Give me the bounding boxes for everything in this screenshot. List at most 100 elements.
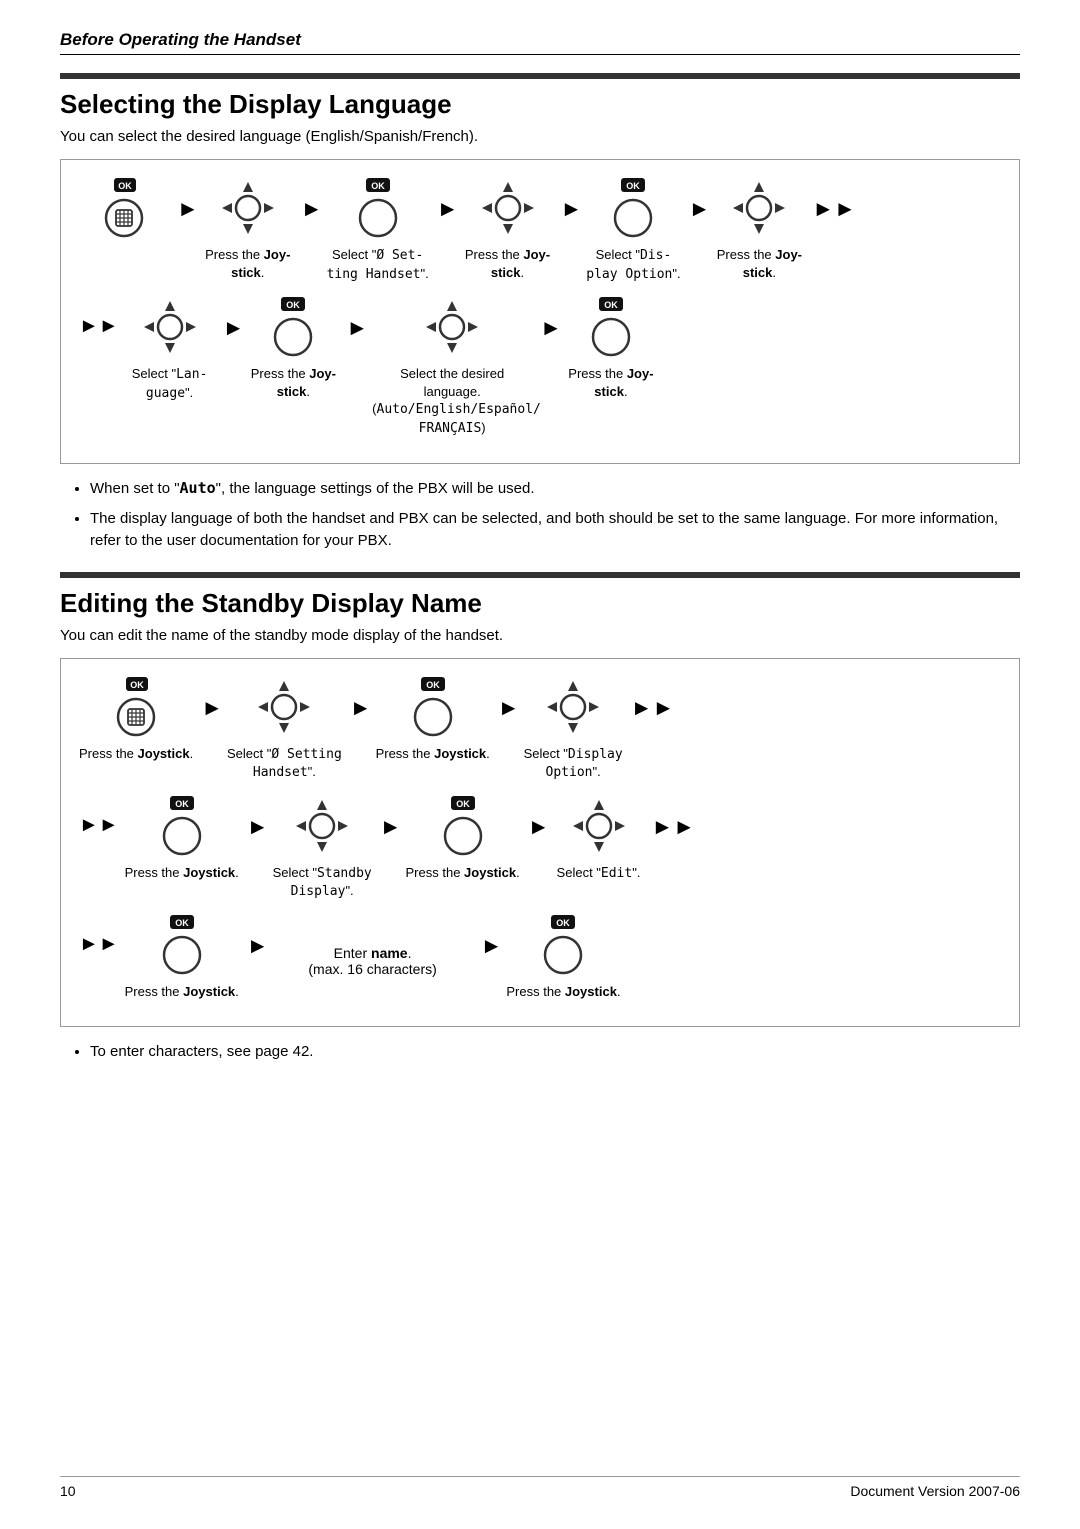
step-cell-joy4: Select "Lan-guage".	[125, 297, 215, 402]
step2-cell-ok1: OK Press the Joystick.	[376, 677, 490, 763]
step2-cell-name: Enter name.(max. 16 characters)	[273, 915, 473, 977]
step2-cell-joy3: Select "StandbyDisplay".	[273, 796, 372, 901]
section1-row1: OK ►	[79, 178, 1001, 283]
ok-icon-4: OK	[581, 297, 641, 357]
bullet-1: When set to "Auto", the language setting…	[90, 478, 1020, 500]
section-divider-2	[60, 572, 1020, 578]
section2-bullets: To enter characters, see page 42.	[60, 1041, 1020, 1063]
arrow-4: ►	[561, 196, 583, 222]
svg-text:OK: OK	[130, 680, 144, 690]
section2-title: Editing the Standby Display Name	[60, 588, 1020, 619]
double-arrow-1: ►►	[812, 196, 856, 222]
svg-text:OK: OK	[175, 918, 189, 928]
document-version: Document Version 2007-06	[850, 1483, 1020, 1499]
section1-instruction-box: OK ►	[60, 159, 1020, 464]
page-footer: 10 Document Version 2007-06	[60, 1476, 1020, 1499]
arrow2-5: ►	[380, 814, 402, 840]
step-cell-joy5: Select the desired language.(Auto/Englis…	[372, 297, 532, 437]
step2-cell-ok3: OK Press the Joystick.	[406, 796, 520, 882]
step2-cell-joy2: Select "DisplayOption".	[524, 677, 623, 782]
svg-text:OK: OK	[627, 181, 641, 191]
step2-label-joy4: Select "Edit".	[557, 864, 641, 883]
arrow2-1: ►	[201, 695, 223, 721]
step2-label-joy2: Select "DisplayOption".	[524, 745, 623, 782]
arrow2-4: ►	[247, 814, 269, 840]
joystick-icon-5	[422, 297, 482, 357]
step2-cell-ok5: OK Press the Joystick.	[506, 915, 620, 1001]
arrow-7: ►	[346, 315, 368, 341]
step2-name-label: Enter name.(max. 16 characters)	[308, 945, 436, 977]
joystick2-icon-4	[569, 796, 629, 856]
step-cell-menu1: OK	[79, 178, 169, 242]
ok-icon-1: OK	[348, 178, 408, 238]
step-label-joy3: Press the Joy-stick.	[717, 246, 802, 281]
step2-label-ok5: Press the Joystick.	[506, 983, 620, 1001]
step-label-lang: Select "Lan-guage".	[132, 365, 208, 402]
step-label-joy1: Press the Joy-stick.	[205, 246, 290, 281]
arrow2-3: ►	[498, 695, 520, 721]
double-arrow-2: ►►	[631, 695, 675, 721]
section2-instruction-box: OK Press the Joystick. ►	[60, 658, 1020, 1028]
bullet-3: To enter characters, see page 42.	[90, 1041, 1020, 1063]
svg-text:OK: OK	[426, 680, 440, 690]
step-cell-ok1: OK Select "Ø Set-ting Handset".	[327, 178, 429, 283]
section2-desc: You can edit the name of the standby mod…	[60, 627, 1020, 644]
arrow-8: ►	[540, 315, 562, 341]
step-cell-ok2: OK Select "Dis-play Option".	[586, 178, 680, 283]
step2-label-ok1: Press the Joystick.	[376, 745, 490, 763]
svg-text:OK: OK	[456, 799, 470, 809]
section2-row1: OK Press the Joystick. ►	[79, 677, 1001, 782]
ok2-icon-5: OK	[533, 915, 593, 975]
arrow2-8: ►	[481, 933, 503, 959]
page-header-title: Before Operating the Handset	[60, 30, 301, 49]
page-number: 10	[60, 1483, 76, 1499]
arrow-6: ►	[223, 315, 245, 341]
joystick2-icon-3	[292, 796, 352, 856]
step-cell-joy1: Press the Joy-stick.	[203, 178, 293, 281]
svg-text:OK: OK	[557, 918, 571, 928]
step-label-joy2: Press the Joy-stick.	[465, 246, 550, 281]
step-label-ok3: Press the Joy-stick.	[251, 365, 336, 400]
joystick-icon-3	[729, 178, 789, 238]
page-header: Before Operating the Handset	[60, 30, 1020, 55]
section1-desc: You can select the desired language (Eng…	[60, 128, 1020, 145]
ok2-icon-1: OK	[403, 677, 463, 737]
step2-label-joy1: Select "Ø SettingHandset".	[227, 745, 342, 782]
joystick-icon-1	[218, 178, 278, 238]
step2-cell-joy4: Select "Edit".	[554, 796, 644, 883]
joystick2-icon-1	[254, 677, 314, 737]
step-cell-ok4: OK Press the Joy-stick.	[566, 297, 656, 400]
arrow2-7: ►	[247, 933, 269, 959]
menu-ok-icon: OK	[94, 178, 154, 238]
arrow2-2: ►	[350, 695, 372, 721]
menu-ok-icon-2: OK	[106, 677, 166, 737]
svg-text:OK: OK	[371, 181, 385, 191]
step-label-ok2: Select "Dis-play Option".	[586, 246, 680, 283]
joystick-icon-4	[140, 297, 200, 357]
bullet-2: The display language of both the handset…	[90, 508, 1020, 552]
arrow2-6: ►	[528, 814, 550, 840]
section2-row2: ► ► OK Press the Joystick. ►	[79, 796, 1001, 901]
step-cell-joy3: Press the Joy-stick.	[714, 178, 804, 281]
ok2-icon-3: OK	[433, 796, 493, 856]
svg-text:OK: OK	[287, 300, 301, 310]
section-divider-1	[60, 73, 1020, 79]
step2-cell-ok2: OK Press the Joystick.	[125, 796, 239, 882]
step2-cell-menu1: OK Press the Joystick.	[79, 677, 193, 763]
cont-arrow-1: ►►	[79, 315, 119, 338]
ok2-icon-4: OK	[152, 915, 212, 975]
arrow-1: ►	[177, 196, 199, 222]
svg-text:OK: OK	[604, 300, 618, 310]
step2-label-ok3: Press the Joystick.	[406, 864, 520, 882]
section2-row3: ►► OK Press the Joystick. ► Enter name.(…	[79, 915, 1001, 1001]
section1-bullets: When set to "Auto", the language setting…	[60, 478, 1020, 551]
section1-title: Selecting the Display Language	[60, 89, 1020, 120]
ok2-icon-2: OK	[152, 796, 212, 856]
ok-icon-3: OK	[263, 297, 323, 357]
step2-label-joy3: Select "StandbyDisplay".	[273, 864, 372, 901]
cont-arrow-3: ►►	[79, 933, 119, 956]
step2-cell-joy1: Select "Ø SettingHandset".	[227, 677, 342, 782]
arrow-3: ►	[437, 196, 459, 222]
ok-icon-2: OK	[603, 178, 663, 238]
joystick-icon-2	[478, 178, 538, 238]
